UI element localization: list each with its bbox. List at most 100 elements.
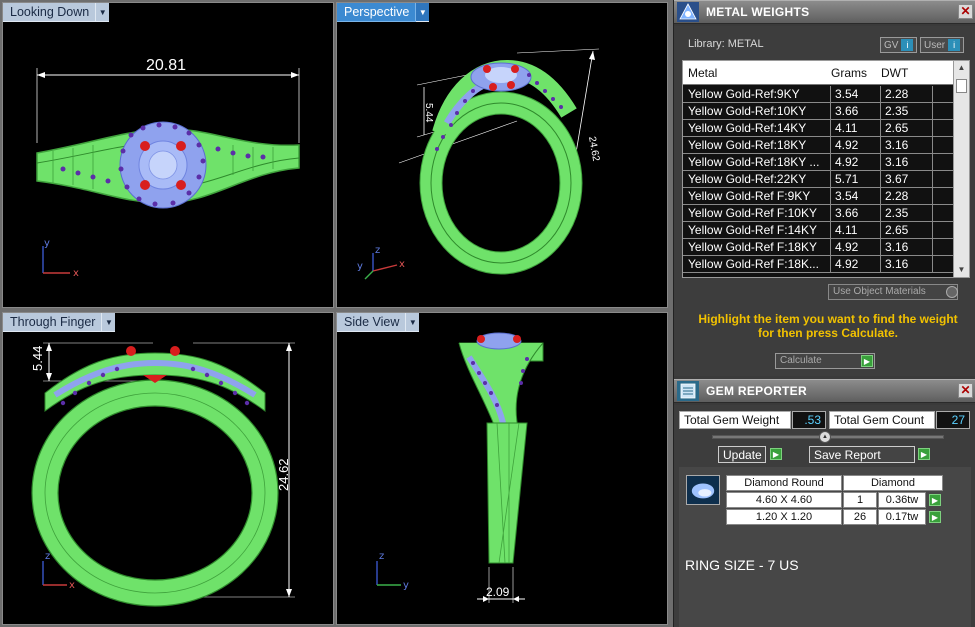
metal-name-cell: Yellow Gold-Ref F:18KY: [683, 239, 831, 255]
gem-reporter-body: Total Gem Weight .53 Total Gem Count 27 …: [674, 405, 975, 627]
axis-label-v: z: [379, 551, 384, 562]
chevron-down-icon[interactable]: ▼: [416, 3, 430, 22]
table-row[interactable]: Yellow Gold-Ref F:10KY 3.66 2.35: [683, 205, 953, 222]
chevron-down-icon[interactable]: ▼: [406, 313, 420, 332]
dimension-shank: 2.09: [486, 585, 510, 599]
table-row[interactable]: Yellow Gold-Ref:9KY 3.54 2.28: [683, 86, 953, 103]
ring-front-view: 5.44 24.62 z x: [30, 342, 295, 607]
info-icon: i: [948, 39, 961, 51]
right-panel: METAL WEIGHTS ✕ Library: METAL GV i User…: [673, 0, 975, 627]
viewport-label-looking-down[interactable]: Looking Down ▼: [3, 3, 110, 22]
viewport-label-through-finger[interactable]: Through Finger ▼: [3, 313, 116, 332]
chevron-down-icon[interactable]: ▼: [102, 313, 116, 332]
play-arrow-icon[interactable]: ▶: [770, 448, 782, 460]
metal-rows: Yellow Gold-Ref:9KY 3.54 2.28 Yellow Gold-R…: [683, 86, 953, 277]
table-row[interactable]: Yellow Gold-Ref F:18K... 4.92 3.16: [683, 256, 953, 273]
metal-name-cell: Yellow Gold-Ref F:9KY: [683, 188, 831, 204]
axis-label-h: y: [403, 580, 409, 591]
gem-shape-header: Diamond Round: [726, 475, 842, 491]
close-icon[interactable]: ✕: [958, 4, 973, 19]
viewport-title: Perspective: [337, 3, 417, 22]
table-row[interactable]: Yellow Gold-Ref F:18KY 4.92 3.16: [683, 239, 953, 256]
vertical-scrollbar[interactable]: ▲ ▼: [953, 61, 969, 277]
grams-cell: 3.54: [831, 86, 881, 102]
slider-thumb[interactable]: ▲: [819, 431, 831, 443]
scrollbar-thumb[interactable]: [956, 79, 967, 93]
gem-material-header: Diamond: [843, 475, 943, 491]
table-row[interactable]: Yellow Gold-Ref F:9KY 3.54 2.28: [683, 188, 953, 205]
gem-count: 26: [843, 509, 877, 525]
play-arrow-icon[interactable]: ▶: [918, 448, 930, 460]
table-row[interactable]: Yellow Gold-Ref:18KY ... 4.92 3.16: [683, 154, 953, 171]
grams-cell: 4.11: [831, 222, 881, 238]
play-arrow-icon[interactable]: ▶: [929, 494, 941, 506]
metal-weights-icon: [677, 2, 699, 22]
dwt-cell: 2.65: [881, 120, 933, 136]
viewport-through-finger[interactable]: Through Finger ▼ 5.44 24.62 z x: [2, 312, 334, 625]
dimension-head: 5.44: [423, 103, 434, 123]
dwt-cell: 3.16: [881, 137, 933, 153]
viewport-title: Looking Down: [3, 3, 97, 22]
metal-table-header: Metal Grams DWT: [683, 61, 969, 85]
axis-label-h: x: [399, 259, 405, 270]
use-object-materials-button[interactable]: Use Object Materials: [828, 284, 958, 300]
ring-size-text: RING SIZE - 7 US: [685, 557, 799, 573]
metal-table[interactable]: Metal Grams DWT Yellow Gold-Ref:9KY 3.54 2…: [682, 60, 970, 278]
scroll-down-icon[interactable]: ▼: [954, 263, 969, 277]
user-toggle[interactable]: User i: [920, 37, 965, 53]
table-row[interactable]: Yellow Gold-Ref F:14KY 4.11 2.65: [683, 222, 953, 239]
column-header-metal[interactable]: Metal: [683, 66, 831, 80]
gem-reporter-icon: [677, 381, 699, 401]
dwt-cell: 3.67: [881, 171, 933, 187]
column-header-dwt[interactable]: DWT: [881, 66, 933, 80]
grams-cell: 3.54: [831, 188, 881, 204]
column-header-grams[interactable]: Grams: [831, 66, 881, 80]
viewport-label-side-view[interactable]: Side View ▼: [337, 313, 420, 332]
scroll-up-icon[interactable]: ▲: [954, 61, 969, 75]
play-arrow-icon[interactable]: ▶: [861, 355, 873, 367]
metal-name-cell: Yellow Gold-Ref F:10KY: [683, 205, 831, 221]
update-button[interactable]: Update: [718, 446, 766, 463]
gem-count: 1: [843, 492, 877, 508]
chevron-down-icon[interactable]: ▼: [96, 3, 110, 22]
viewport-label-perspective[interactable]: Perspective ▼: [337, 3, 430, 22]
grams-cell: 4.92: [831, 256, 881, 272]
axis-label-v: y: [44, 238, 50, 249]
grams-cell: 4.92: [831, 137, 881, 153]
metal-weights-header: METAL WEIGHTS ✕: [674, 0, 975, 24]
metal-name-cell: Yellow Gold-Ref:18KY ...: [683, 154, 831, 170]
metal-weights-body: Library: METAL GV i User i Metal Grams D…: [674, 26, 975, 376]
calculate-button[interactable]: Calculate: [775, 353, 875, 369]
grams-cell: 3.66: [831, 205, 881, 221]
play-arrow-icon[interactable]: ▶: [929, 511, 941, 523]
table-row[interactable]: Yellow Gold-Ref:18KY 4.92 3.16: [683, 137, 953, 154]
gem-size: 1.20 X 1.20: [726, 509, 842, 525]
grams-cell: 3.66: [831, 103, 881, 119]
metal-name-cell: Yellow Gold-Ref:10KY: [683, 103, 831, 119]
radio-icon[interactable]: [946, 286, 958, 298]
table-row[interactable]: Yellow Gold-Ref:22KY 5.71 3.67: [683, 171, 953, 188]
gem-reporter-header: GEM REPORTER ✕: [674, 379, 975, 403]
ring-side-view: 2.09 z y: [376, 332, 544, 603]
viewport-perspective[interactable]: Perspective ▼ 24.62 5.44 z x y: [336, 2, 668, 308]
dimension-total: 24.62: [586, 136, 601, 163]
table-row[interactable]: Yellow Gold-Ref:10KY 3.66 2.35: [683, 103, 953, 120]
gv-toggle[interactable]: GV i: [880, 37, 918, 53]
info-icon: i: [901, 39, 914, 51]
save-report-button[interactable]: Save Report: [809, 446, 915, 463]
dwt-cell: 3.16: [881, 256, 933, 272]
total-gem-weight-label: Total Gem Weight: [679, 411, 791, 429]
dimension-width: 20.81: [146, 57, 186, 74]
gem-size: 4.60 X 4.60: [726, 492, 842, 508]
viewport-looking-down[interactable]: Looking Down ▼ 20.81 y x: [2, 2, 334, 308]
panel-title: GEM REPORTER: [706, 384, 807, 398]
total-gem-count-value: 27: [936, 411, 970, 429]
viewport-side-view[interactable]: Side View ▼ 2.09 z y: [336, 312, 668, 625]
viewport-title: Through Finger: [3, 313, 103, 332]
close-icon[interactable]: ✕: [958, 383, 973, 398]
table-row[interactable]: Yellow Gold-Ref:14KY 4.11 2.65: [683, 120, 953, 137]
viewport-title: Side View: [337, 313, 407, 332]
dwt-cell: 2.35: [881, 103, 933, 119]
dimension-head-height: 5.44: [30, 346, 45, 371]
gem-list: Diamond Round Diamond 4.60 X 4.60 1 0.36…: [679, 467, 971, 627]
